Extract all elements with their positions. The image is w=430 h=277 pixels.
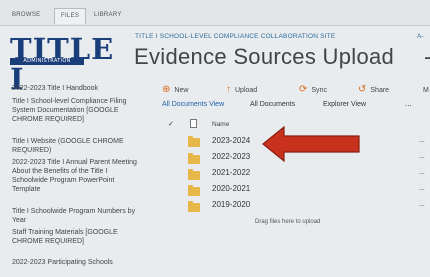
sync-button[interactable]: ⟳ Sync bbox=[299, 84, 327, 96]
plus-circle-icon: ⊕ bbox=[162, 84, 171, 95]
document-type-icon bbox=[190, 119, 197, 128]
share-label: Share bbox=[370, 86, 390, 94]
row-menu-button[interactable]: ... bbox=[419, 169, 425, 176]
share-button[interactable]: ↺ Share bbox=[358, 84, 389, 96]
row-menu-button[interactable]: ... bbox=[419, 137, 425, 144]
column-header-name[interactable]: Name bbox=[212, 121, 229, 128]
folder-link-2022-2023[interactable]: 2022-2023 bbox=[212, 152, 250, 161]
new-label: New bbox=[174, 86, 189, 94]
tab-library[interactable]: LIBRARY bbox=[88, 8, 128, 24]
nav-item-program-numbers[interactable]: Title I Schoolwide Program Numbers by Ye… bbox=[12, 207, 138, 225]
page-title: Evidence Sources Upload bbox=[134, 44, 395, 69]
nav-item-website[interactable]: Title I Website (GOOGLE CHROME REQUIRED) bbox=[12, 137, 138, 155]
site-title[interactable]: TITLE I SCHOOL-LEVEL COMPLIANCE COLLABOR… bbox=[135, 33, 335, 40]
sync-icon: ⟳ bbox=[299, 84, 308, 95]
upload-button[interactable]: ↑ Upload bbox=[226, 84, 257, 96]
select-all-check[interactable]: ✓ bbox=[168, 120, 174, 128]
folder-link-2021-2022[interactable]: 2021-2022 bbox=[212, 168, 250, 177]
view-all-documents-view[interactable]: All Documents View bbox=[162, 101, 224, 108]
folder-icon bbox=[188, 136, 200, 147]
site-title-extra: A- bbox=[417, 33, 424, 40]
new-button[interactable]: ⊕ New bbox=[162, 84, 188, 96]
tab-browse[interactable]: BROWSE bbox=[6, 8, 46, 24]
row-menu-button[interactable]: ... bbox=[419, 201, 425, 208]
view-explorer[interactable]: Explorer View bbox=[323, 101, 366, 108]
upload-label: Upload bbox=[235, 86, 258, 94]
upload-arrow-icon: ↑ bbox=[226, 84, 231, 95]
nav-item-filing-system[interactable]: Title I School-level Compliance Filing S… bbox=[12, 97, 138, 124]
folder-icon bbox=[188, 201, 200, 212]
view-all-documents[interactable]: All Documents bbox=[250, 101, 295, 108]
ribbon-bar: BROWSE FILES LIBRARY bbox=[0, 0, 430, 26]
nav-item-handbook[interactable]: 2022-2023 Title I Handbook bbox=[12, 84, 138, 93]
folder-icon bbox=[188, 153, 200, 164]
title-one-logo[interactable]: TITLE I ADMINISTRATION bbox=[10, 34, 128, 94]
folder-link-2020-2021[interactable]: 2020-2021 bbox=[212, 184, 250, 193]
folder-icon bbox=[188, 169, 200, 180]
logo-subtext: ADMINISTRATION bbox=[10, 58, 84, 65]
nav-item-parent-meeting[interactable]: 2022-2023 Title I Annual Parent Meeting … bbox=[12, 158, 138, 194]
nav-item-participating-schools[interactable]: 2022-2023 Participating Schools bbox=[12, 258, 138, 267]
views-more-button[interactable]: ... bbox=[405, 99, 412, 108]
folder-link-2023-2024[interactable]: 2023-2024 bbox=[212, 136, 250, 145]
red-arrow-annotation bbox=[262, 125, 360, 163]
row-menu-button[interactable]: ... bbox=[419, 153, 425, 160]
drag-drop-hint: Drag files here to upload bbox=[255, 219, 321, 225]
more-command[interactable]: M bbox=[423, 84, 429, 96]
folder-link-2019-2020[interactable]: 2019-2020 bbox=[212, 200, 250, 209]
page-title-extra: - bbox=[424, 44, 430, 70]
nav-item-staff-training[interactable]: Staff Training Materials [GOOGLE CHROME … bbox=[12, 228, 138, 246]
folder-icon bbox=[188, 185, 200, 196]
sync-label: Sync bbox=[311, 86, 327, 94]
share-icon: ↺ bbox=[358, 84, 367, 95]
row-menu-button[interactable]: ... bbox=[419, 185, 425, 192]
tab-files[interactable]: FILES bbox=[54, 8, 87, 24]
